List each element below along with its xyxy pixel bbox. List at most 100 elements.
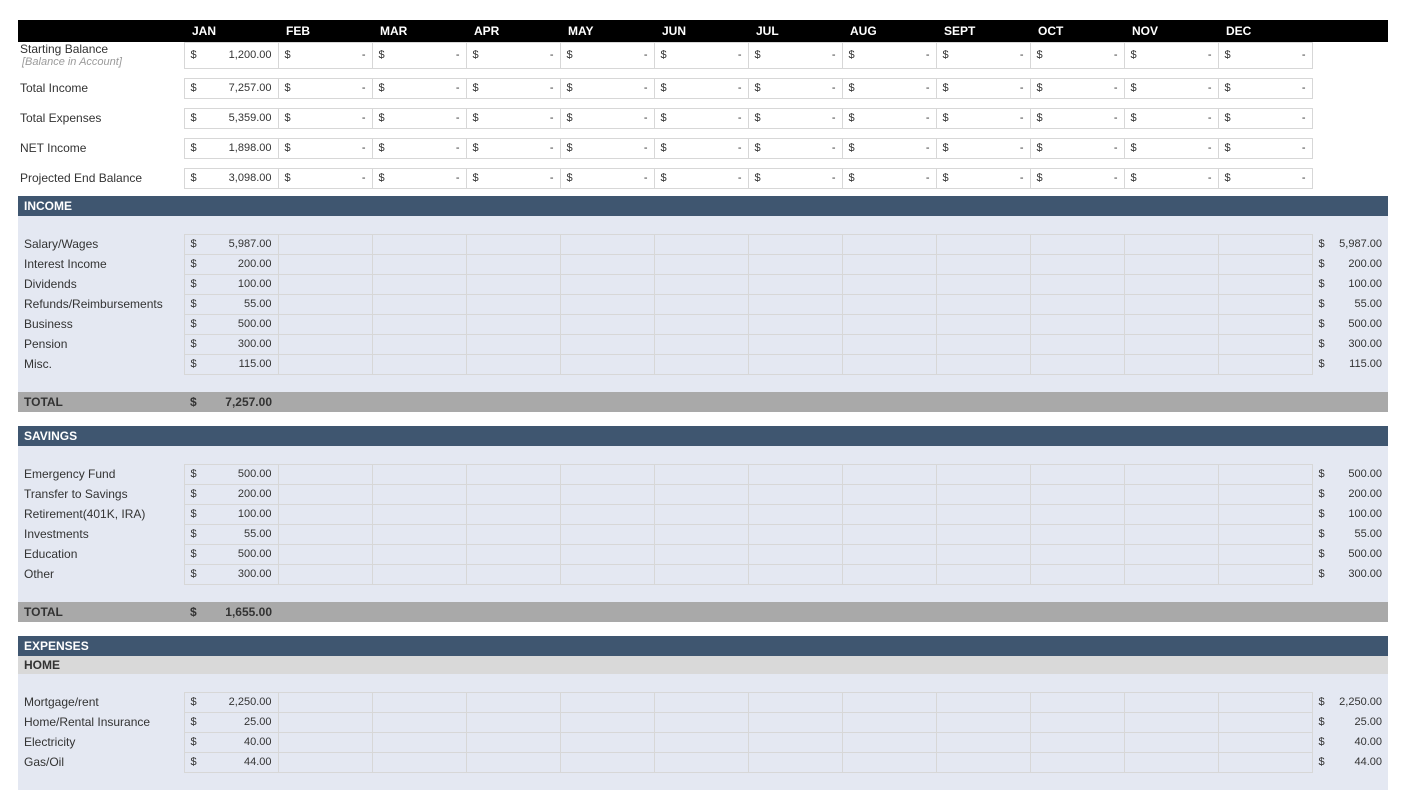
cell[interactable] bbox=[842, 732, 936, 752]
cell[interactable] bbox=[654, 314, 748, 334]
cell[interactable]: $- bbox=[1030, 168, 1124, 188]
cell[interactable]: $- bbox=[748, 42, 842, 68]
cell[interactable] bbox=[1124, 354, 1218, 374]
cell[interactable]: $- bbox=[560, 108, 654, 128]
cell[interactable] bbox=[466, 464, 560, 484]
cell[interactable] bbox=[748, 254, 842, 274]
cell[interactable] bbox=[842, 254, 936, 274]
cell[interactable]: $300.00 bbox=[184, 334, 278, 354]
cell[interactable] bbox=[278, 254, 372, 274]
cell[interactable] bbox=[1030, 464, 1124, 484]
cell[interactable]: $55.00 bbox=[184, 294, 278, 314]
cell[interactable]: $- bbox=[1218, 168, 1312, 188]
cell[interactable] bbox=[1124, 524, 1218, 544]
cell[interactable] bbox=[654, 484, 748, 504]
cell[interactable] bbox=[748, 354, 842, 374]
cell[interactable]: $500.00 bbox=[184, 544, 278, 564]
cell[interactable] bbox=[1124, 752, 1218, 772]
cell[interactable] bbox=[278, 464, 372, 484]
cell[interactable] bbox=[278, 334, 372, 354]
cell[interactable]: $- bbox=[372, 42, 466, 68]
cell[interactable]: $- bbox=[466, 108, 560, 128]
cell[interactable] bbox=[466, 254, 560, 274]
cell[interactable] bbox=[748, 294, 842, 314]
cell[interactable] bbox=[1030, 692, 1124, 712]
cell[interactable] bbox=[748, 544, 842, 564]
cell[interactable]: $3,098.00 bbox=[184, 168, 278, 188]
cell[interactable] bbox=[1124, 564, 1218, 584]
cell[interactable]: $- bbox=[1218, 138, 1312, 158]
cell[interactable] bbox=[842, 274, 936, 294]
cell[interactable] bbox=[1218, 334, 1312, 354]
cell[interactable]: $40.00 bbox=[184, 732, 278, 752]
cell[interactable] bbox=[748, 314, 842, 334]
cell[interactable] bbox=[936, 274, 1030, 294]
cell[interactable] bbox=[1030, 712, 1124, 732]
cell[interactable] bbox=[466, 354, 560, 374]
cell[interactable] bbox=[654, 712, 748, 732]
cell[interactable] bbox=[560, 464, 654, 484]
cell[interactable] bbox=[278, 484, 372, 504]
cell[interactable]: $- bbox=[748, 78, 842, 98]
cell[interactable]: $- bbox=[936, 138, 1030, 158]
cell[interactable] bbox=[372, 564, 466, 584]
cell[interactable] bbox=[466, 294, 560, 314]
cell[interactable] bbox=[466, 484, 560, 504]
cell[interactable] bbox=[1124, 254, 1218, 274]
cell[interactable] bbox=[936, 524, 1030, 544]
cell[interactable] bbox=[278, 692, 372, 712]
cell[interactable] bbox=[748, 274, 842, 294]
cell[interactable] bbox=[560, 334, 654, 354]
cell[interactable]: $- bbox=[1124, 138, 1218, 158]
cell[interactable] bbox=[372, 504, 466, 524]
cell[interactable]: $- bbox=[748, 168, 842, 188]
cell[interactable] bbox=[842, 692, 936, 712]
cell[interactable] bbox=[748, 234, 842, 254]
cell[interactable] bbox=[842, 544, 936, 564]
cell[interactable] bbox=[1218, 484, 1312, 504]
cell[interactable] bbox=[654, 274, 748, 294]
cell[interactable] bbox=[936, 732, 1030, 752]
cell[interactable] bbox=[748, 712, 842, 732]
cell[interactable] bbox=[278, 732, 372, 752]
cell[interactable] bbox=[1218, 314, 1312, 334]
cell[interactable]: $- bbox=[654, 138, 748, 158]
cell[interactable] bbox=[1218, 524, 1312, 544]
cell[interactable] bbox=[372, 484, 466, 504]
cell[interactable] bbox=[278, 504, 372, 524]
cell[interactable] bbox=[748, 732, 842, 752]
cell[interactable]: $- bbox=[278, 168, 372, 188]
cell[interactable]: $- bbox=[278, 138, 372, 158]
cell[interactable] bbox=[278, 314, 372, 334]
cell[interactable] bbox=[466, 544, 560, 564]
cell[interactable] bbox=[842, 234, 936, 254]
cell[interactable] bbox=[842, 564, 936, 584]
cell[interactable]: $- bbox=[654, 168, 748, 188]
cell[interactable] bbox=[560, 732, 654, 752]
cell[interactable]: $1,898.00 bbox=[184, 138, 278, 158]
cell[interactable] bbox=[560, 314, 654, 334]
cell[interactable]: $- bbox=[654, 42, 748, 68]
cell[interactable] bbox=[278, 544, 372, 564]
cell[interactable]: $- bbox=[936, 168, 1030, 188]
cell[interactable]: $200.00 bbox=[184, 484, 278, 504]
cell[interactable] bbox=[842, 752, 936, 772]
cell[interactable] bbox=[278, 234, 372, 254]
cell[interactable] bbox=[1124, 732, 1218, 752]
cell[interactable] bbox=[278, 564, 372, 584]
cell[interactable] bbox=[372, 732, 466, 752]
cell[interactable] bbox=[842, 354, 936, 374]
cell[interactable] bbox=[466, 564, 560, 584]
cell[interactable] bbox=[1124, 294, 1218, 314]
cell[interactable]: $- bbox=[842, 78, 936, 98]
cell[interactable] bbox=[1218, 692, 1312, 712]
cell[interactable] bbox=[936, 354, 1030, 374]
cell[interactable] bbox=[654, 752, 748, 772]
cell[interactable]: $- bbox=[560, 138, 654, 158]
cell[interactable] bbox=[560, 274, 654, 294]
cell[interactable] bbox=[842, 484, 936, 504]
cell[interactable] bbox=[1218, 504, 1312, 524]
cell[interactable] bbox=[1124, 712, 1218, 732]
cell[interactable]: $- bbox=[466, 138, 560, 158]
cell[interactable] bbox=[654, 732, 748, 752]
